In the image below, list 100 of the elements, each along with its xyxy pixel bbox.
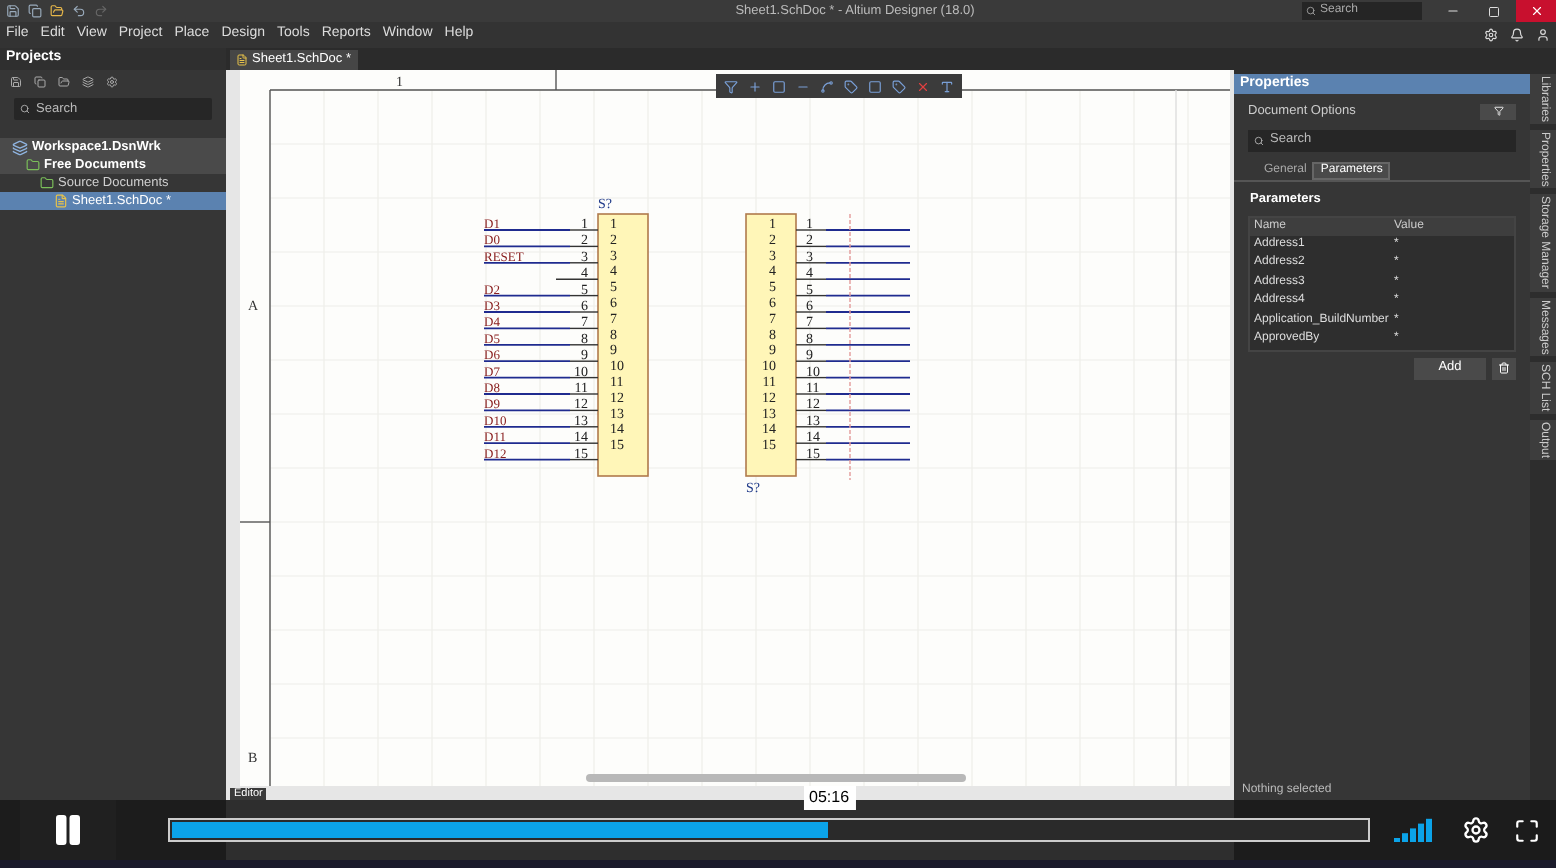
wire — [825, 327, 911, 330]
plus-icon[interactable] — [748, 79, 762, 93]
pin-line — [795, 376, 827, 379]
document-icon — [236, 54, 248, 66]
filter-icon[interactable] — [724, 79, 738, 93]
workspace-icon — [12, 139, 28, 155]
scrollbar[interactable] — [586, 774, 966, 782]
volume-icon[interactable] — [1394, 818, 1434, 842]
pin-line — [569, 376, 599, 379]
pin-line — [795, 245, 827, 248]
search-icon — [1254, 135, 1264, 146]
time-tooltip: 05:16 — [803, 786, 856, 810]
filter-button[interactable] — [1480, 103, 1516, 120]
wire — [825, 409, 911, 412]
pin-line — [569, 458, 599, 461]
pin-line — [569, 426, 599, 428]
tag-icon[interactable] — [892, 79, 906, 93]
close-icon — [1529, 4, 1543, 18]
wire — [825, 425, 911, 428]
trash-icon — [1498, 362, 1510, 374]
pin-line — [795, 262, 827, 264]
pin-line — [795, 229, 827, 231]
save-icon[interactable] — [10, 76, 22, 88]
pin-line — [555, 278, 599, 280]
pin-line — [795, 360, 827, 362]
wire — [483, 245, 571, 248]
wire — [483, 261, 571, 264]
folder-icon[interactable] — [58, 76, 70, 88]
search-icon — [20, 104, 30, 114]
square-icon[interactable] — [772, 79, 786, 93]
pin-line — [795, 458, 827, 461]
tag-icon[interactable] — [844, 79, 858, 93]
pin-line — [569, 229, 599, 231]
pin-line — [795, 344, 827, 346]
pin-line — [795, 409, 827, 412]
document-icon — [54, 194, 68, 208]
wire — [825, 311, 911, 313]
curve-icon[interactable] — [820, 79, 834, 93]
pin-line — [569, 294, 599, 297]
save-icon[interactable] — [6, 4, 20, 18]
wire — [483, 442, 571, 445]
wire — [483, 343, 571, 346]
delete-button[interactable] — [1492, 357, 1516, 379]
wire — [825, 343, 911, 346]
pin-line — [569, 442, 599, 444]
pin-line — [795, 278, 827, 280]
pin-line — [795, 327, 827, 330]
wire — [825, 376, 911, 379]
fullscreen-icon[interactable] — [1514, 817, 1540, 843]
wire — [483, 360, 571, 363]
wire — [825, 458, 911, 461]
user-icon[interactable] — [1536, 28, 1550, 42]
layers-icon[interactable] — [82, 76, 94, 88]
folder-icon — [26, 158, 40, 172]
wire — [483, 376, 571, 379]
pin-line — [795, 311, 827, 313]
wire — [825, 261, 911, 264]
folder-icon[interactable] — [50, 4, 64, 18]
component-body[interactable] — [745, 213, 797, 477]
search-icon — [1306, 6, 1316, 16]
pin-line — [569, 393, 599, 395]
wire — [825, 360, 911, 363]
pin-line — [795, 426, 827, 428]
wire — [483, 393, 571, 395]
wire — [825, 393, 911, 395]
pin-line — [569, 311, 599, 313]
square-icon[interactable] — [868, 79, 882, 93]
undo-icon[interactable] — [72, 4, 86, 18]
bell-icon[interactable] — [1510, 28, 1524, 42]
text-icon[interactable] — [940, 79, 954, 93]
component-body[interactable] — [597, 213, 649, 477]
copy-icon[interactable] — [28, 4, 42, 18]
wire — [483, 294, 571, 297]
progress-track[interactable] — [168, 818, 1370, 842]
pause-button[interactable] — [20, 800, 116, 860]
pin-line — [795, 393, 827, 395]
pin-line — [569, 344, 599, 346]
wire — [483, 311, 571, 313]
pin-line — [569, 409, 599, 412]
pin-line — [569, 245, 599, 248]
minimize-icon[interactable] — [1446, 4, 1460, 18]
filter-icon — [1493, 106, 1503, 117]
wire — [483, 229, 571, 231]
wire — [825, 229, 911, 231]
pin-line — [795, 442, 827, 444]
copy-icon[interactable] — [34, 76, 46, 88]
folder-icon — [40, 176, 54, 190]
wire — [825, 294, 911, 297]
wire — [483, 425, 571, 428]
pin-line — [795, 294, 827, 297]
close-icon[interactable] — [916, 79, 930, 93]
wire — [825, 442, 911, 445]
wire — [483, 327, 571, 330]
wire — [825, 245, 911, 248]
pin-line — [569, 262, 599, 264]
wire — [483, 458, 571, 461]
maximize-icon[interactable] — [1488, 5, 1500, 17]
pause-icon — [50, 812, 86, 848]
wire — [825, 278, 911, 281]
wire — [483, 409, 571, 412]
